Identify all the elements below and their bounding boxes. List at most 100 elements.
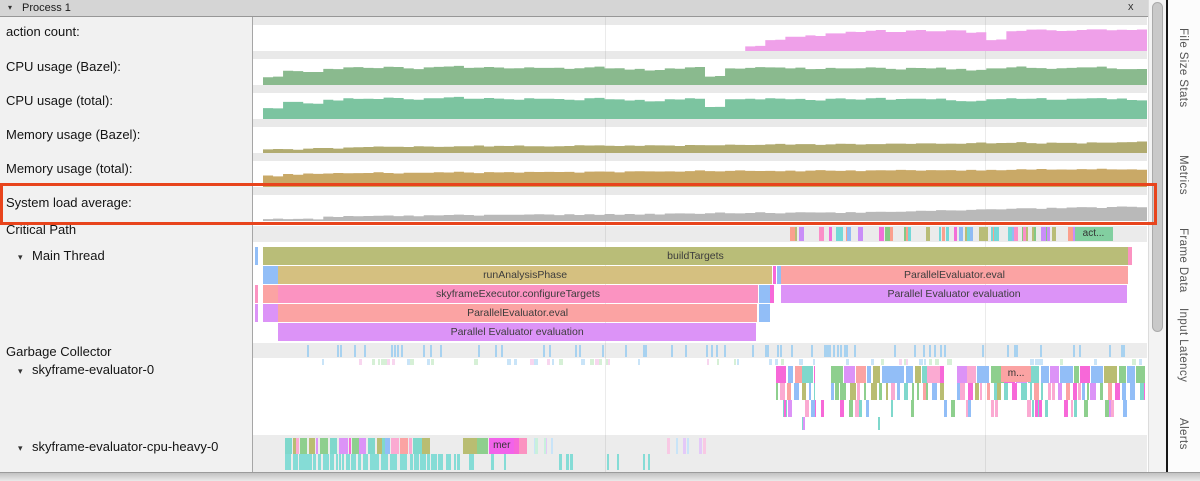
trace-tick[interactable]	[400, 454, 407, 470]
vertical-scrollbar-thumb[interactable]	[1152, 2, 1163, 332]
trace-slice[interactable]	[1128, 247, 1131, 265]
trace-tick[interactable]	[908, 227, 911, 241]
trace-slice[interactable]: buildTargets	[263, 247, 1128, 265]
trace-tick[interactable]	[922, 366, 927, 383]
trace-tick[interactable]	[849, 400, 853, 417]
slice-badge[interactable]: m...	[1001, 366, 1031, 382]
trace-tick[interactable]	[431, 454, 437, 470]
trace-tick[interactable]	[912, 383, 914, 400]
trace-tick[interactable]	[385, 438, 390, 454]
trace-slice[interactable]: Parallel Evaluator evaluation	[781, 285, 1127, 303]
trace-tick[interactable]	[478, 345, 480, 357]
trace-tick[interactable]	[431, 359, 434, 365]
trace-slice[interactable]	[519, 438, 527, 454]
trace-tick[interactable]	[342, 454, 344, 470]
trace-tick[interactable]	[1074, 400, 1077, 417]
trace-tick[interactable]	[891, 400, 894, 417]
trace-slice[interactable]	[759, 304, 770, 322]
trace-slice[interactable]: skyframeExecutor.configureTargets	[278, 285, 758, 303]
trace-tick[interactable]	[595, 359, 598, 365]
trace-tick[interactable]	[358, 454, 361, 470]
trace-slice[interactable]	[263, 285, 278, 303]
trace-tick[interactable]	[891, 383, 895, 400]
trace-tick[interactable]	[929, 345, 931, 357]
trace-tick[interactable]	[991, 400, 994, 417]
trace-tick[interactable]	[1041, 366, 1049, 383]
trace-tick[interactable]	[942, 227, 945, 241]
trace-tick[interactable]	[924, 359, 927, 365]
trace-tick[interactable]	[392, 359, 395, 365]
trace-tick[interactable]	[788, 400, 791, 417]
trace-tick[interactable]	[871, 383, 877, 400]
trace-tick[interactable]	[1108, 383, 1112, 400]
trace-tick[interactable]	[599, 359, 602, 365]
trace-tick[interactable]	[867, 366, 872, 383]
trace-tick[interactable]	[833, 345, 835, 357]
trace-tick[interactable]	[1060, 366, 1073, 383]
counter-chart-memory-usage-total[interactable]	[263, 161, 1147, 187]
trace-tick[interactable]	[1030, 383, 1032, 400]
trace-tick[interactable]	[734, 359, 736, 365]
trace-tick[interactable]	[685, 345, 687, 357]
trace-tick[interactable]	[359, 438, 366, 454]
trace-tick[interactable]	[871, 359, 874, 365]
trace-tick[interactable]	[1119, 366, 1126, 383]
trace-tick[interactable]	[1139, 359, 1143, 365]
trace-tick[interactable]	[285, 438, 292, 454]
trace-tick[interactable]	[856, 366, 866, 383]
trace-tick[interactable]	[858, 227, 862, 241]
trace-tick[interactable]	[799, 359, 803, 365]
trace-tick[interactable]	[947, 359, 950, 365]
trace-tick[interactable]	[803, 417, 805, 430]
trace-tick[interactable]	[784, 400, 786, 417]
trace-tick[interactable]	[607, 454, 609, 470]
trace-tick[interactable]	[1012, 383, 1017, 400]
trace-tick[interactable]	[643, 454, 645, 470]
trace-tick[interactable]	[394, 454, 397, 470]
trace-tick[interactable]	[846, 345, 848, 357]
trace-tick[interactable]	[980, 383, 982, 400]
trace-tick[interactable]	[776, 383, 778, 400]
process-header[interactable]: ▾ Process 1 x	[0, 0, 1148, 17]
trace-tick[interactable]	[1058, 383, 1062, 400]
trace-tick[interactable]	[724, 345, 726, 357]
collapse-icon[interactable]: ▾	[18, 366, 32, 377]
trace-tick[interactable]	[446, 454, 451, 470]
trace-tick[interactable]	[967, 227, 970, 241]
trace-tick[interactable]	[422, 438, 430, 454]
collapse-icon[interactable]: ▾	[8, 3, 12, 12]
trace-tick[interactable]	[824, 345, 826, 357]
trace-tick[interactable]	[857, 383, 860, 400]
trace-tick[interactable]	[829, 227, 833, 241]
trace-tick[interactable]	[776, 366, 787, 383]
trace-tick[interactable]	[377, 438, 381, 454]
trace-tick[interactable]	[559, 359, 563, 365]
trace-tick[interactable]	[802, 366, 813, 383]
slice-badge[interactable]: act...	[1075, 227, 1113, 241]
trace-tick[interactable]	[717, 359, 719, 365]
trace-tick[interactable]	[504, 454, 506, 470]
trace-tick[interactable]	[959, 227, 963, 241]
trace-tick[interactable]	[995, 400, 997, 417]
trace-tick[interactable]	[1115, 383, 1120, 400]
trace-tick[interactable]	[323, 454, 329, 470]
trace-tick[interactable]	[427, 454, 430, 470]
counter-chart-cpu-usage-bazel[interactable]	[263, 59, 1147, 85]
trace-tick[interactable]	[352, 438, 359, 454]
trace-tick[interactable]	[940, 366, 943, 383]
trace-tick[interactable]	[788, 366, 794, 383]
trace-tick[interactable]	[296, 438, 299, 454]
trace-tick[interactable]	[1100, 383, 1103, 400]
trace-tick[interactable]	[471, 454, 474, 470]
trace-tick[interactable]	[1050, 366, 1059, 383]
trace-tick[interactable]	[1109, 400, 1111, 417]
trace-tick[interactable]	[579, 345, 581, 357]
trace-slice[interactable]	[263, 304, 278, 322]
slice-badge[interactable]: mer	[489, 438, 514, 454]
trace-tick[interactable]	[413, 438, 422, 454]
trace-tick[interactable]	[795, 366, 802, 383]
trace-slice[interactable]	[255, 304, 258, 322]
trace-tick[interactable]	[1032, 227, 1034, 241]
trace-tick[interactable]	[936, 359, 939, 365]
trace-tick[interactable]	[1068, 227, 1073, 241]
